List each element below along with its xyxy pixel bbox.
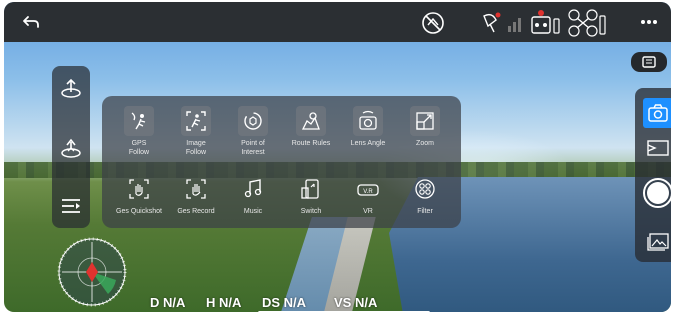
gallery-icon [647, 233, 669, 251]
camera-icon [648, 104, 668, 122]
menu-item-label: Zoom [416, 140, 434, 147]
menu-item-gps-follow[interactable]: GPS Follow [109, 106, 169, 157]
smart-menu-icon[interactable] [59, 194, 83, 218]
video-icon [647, 140, 669, 156]
lens-angle-icon [353, 106, 383, 136]
more-options-icon[interactable] [638, 12, 660, 32]
video-mode-button[interactable] [643, 134, 671, 162]
return-home-icon[interactable] [59, 136, 83, 160]
gps-follow-icon [124, 106, 154, 136]
horizontal-speed-readout: DS N/A [262, 295, 307, 310]
menu-item-label: Image Follow [185, 140, 207, 156]
zoom-icon [410, 106, 440, 136]
no-gps-icon[interactable] [420, 10, 446, 36]
smart-mode-menu: GPS Follow Image Follow Point of Interes… [102, 96, 461, 228]
height-readout: H N/A [206, 295, 242, 310]
menu-item-point-of-interest[interactable]: Point of Interest [223, 106, 283, 157]
menu-item-label: Switch [300, 208, 322, 215]
menu-item-label: Route Rules [291, 140, 331, 147]
filter-icon [410, 174, 440, 204]
top-status-bar [4, 2, 671, 42]
switch-icon [296, 174, 326, 204]
menu-item-label: GPS Follow [128, 140, 150, 156]
menu-item-switch[interactable]: Switch [281, 174, 341, 216]
route-rules-icon [296, 106, 326, 136]
menu-item-label: Filter [417, 208, 433, 215]
menu-item-filter[interactable]: Filter [395, 174, 455, 216]
music-icon [238, 174, 268, 204]
camera-control-panel [635, 88, 671, 262]
point-of-interest-icon [238, 106, 268, 136]
vr-icon: V.R [353, 174, 383, 204]
image-follow-icon [181, 106, 211, 136]
menu-item-image-follow[interactable]: Image Follow [166, 106, 226, 157]
svg-text:V.R: V.R [363, 189, 373, 195]
menu-item-label: Music [243, 208, 263, 215]
photo-mode-button[interactable] [643, 98, 671, 128]
flight-control-panel [52, 66, 90, 228]
camera-view: GPS Follow Image Follow Point of Interes… [4, 2, 671, 312]
drone-battery-icon [566, 8, 608, 38]
attitude-compass [56, 236, 128, 308]
menu-item-music[interactable]: Music [223, 174, 283, 216]
home-indicator-bar [258, 311, 430, 312]
distance-readout: D N/A [150, 295, 186, 310]
gesture-record-icon [181, 174, 211, 204]
menu-item-zoom[interactable]: Zoom [395, 106, 455, 148]
takeoff-icon[interactable] [59, 76, 83, 100]
signal-icon [480, 10, 526, 36]
menu-item-ges-record[interactable]: Ges Record [166, 174, 226, 216]
menu-item-label: Lens Angle [350, 140, 386, 147]
menu-item-lens-angle[interactable]: Lens Angle [338, 106, 398, 148]
gallery-button[interactable] [643, 230, 671, 254]
gesture-quickshot-icon [124, 174, 154, 204]
menu-item-vr[interactable]: V.R VR [338, 174, 398, 216]
vertical-speed-readout: VS N/A [334, 295, 378, 310]
menu-item-label: Ges Record [177, 208, 215, 215]
menu-item-route-rules[interactable]: Route Rules [281, 106, 341, 148]
back-icon[interactable] [20, 12, 42, 32]
settings-card-icon [642, 56, 656, 68]
mode-switch-button[interactable] [631, 52, 667, 72]
shutter-button[interactable] [643, 178, 671, 208]
menu-item-label: VR [363, 208, 373, 215]
controller-battery-icon [530, 9, 562, 37]
menu-item-label: Point of Interest [241, 140, 265, 156]
menu-item-ges-quickshot[interactable]: Ges Quickshot [109, 174, 169, 216]
menu-item-label: Ges Quickshot [116, 208, 162, 215]
